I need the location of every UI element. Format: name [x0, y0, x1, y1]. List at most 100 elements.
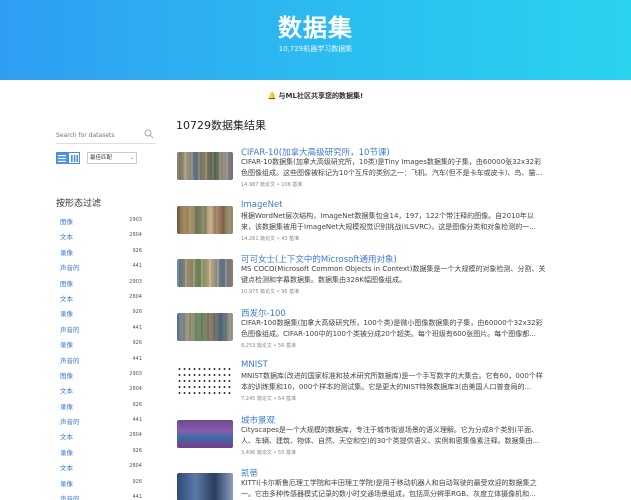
facet-label[interactable]: 文本: [60, 431, 73, 441]
facet-label[interactable]: 文本: [60, 462, 73, 472]
facet-item[interactable]: 图像 2903: [60, 214, 142, 229]
facet-label[interactable]: 录像: [60, 339, 73, 349]
dataset-description: CIFAR-10数据集(加拿大高级研究所，10类)是Tiny Images数据集…: [241, 158, 543, 177]
dataset-item[interactable]: ImageNet 根据WordNet层次结构，ImageNet数据集包含14，1…: [177, 200, 547, 254]
results-title: 10729数据集结果: [176, 119, 266, 132]
facet-count: 926: [132, 340, 142, 347]
facet-item[interactable]: 录像 926: [60, 445, 142, 460]
list-view-button[interactable]: [56, 152, 68, 164]
dataset-thumbnail[interactable]: [177, 419, 233, 448]
facet-count: 926: [132, 309, 142, 316]
facet-label[interactable]: 文本: [60, 293, 73, 303]
dataset-item[interactable]: 城市景观 Cityscapes是一个大规模的数据库，专注于城市街道场景的语义理解…: [177, 414, 547, 468]
dataset-item[interactable]: 凯蒂 KITTI(卡尔斯鲁厄理工学院和丰田理工学院)是用于移动机器人和自动驾驶的…: [177, 467, 547, 500]
sort-select[interactable]: 最佳匹配 ⌄: [87, 152, 137, 164]
facet-label[interactable]: 声音的: [60, 262, 80, 272]
dataset-title[interactable]: ImageNet: [241, 200, 283, 210]
facet-item[interactable]: 录像 926: [60, 399, 142, 414]
facet-count: 441: [132, 417, 142, 424]
facet-count: 2903: [129, 217, 142, 223]
facet-count: 2804: [129, 386, 142, 393]
facet-item[interactable]: 文本 2804: [60, 460, 142, 475]
grid-view-button[interactable]: [68, 152, 80, 164]
page-subtitle: 10,729机器学习数据集: [278, 45, 353, 53]
dataset-meta: 8,253 篇论文 • 56 基准: [241, 342, 296, 349]
facet-label[interactable]: 录像: [60, 308, 73, 318]
dataset-thumbnail[interactable]: [177, 259, 233, 287]
facet-item[interactable]: 录像 926: [60, 245, 142, 260]
dataset-meta: 14,261 篇论文 • 43 基准: [241, 235, 300, 242]
facet-count: 441: [132, 494, 142, 500]
hero-header: 数据集 10,729机器学习数据集: [0, 0, 631, 80]
facet-item[interactable]: 图像 2903: [60, 368, 142, 383]
facet-count: 2903: [129, 370, 142, 377]
facet-item[interactable]: 文本 2804: [60, 229, 142, 244]
facet-count: 441: [132, 324, 142, 331]
dataset-description: MS COCO(Microsoft Common Objects in Cont…: [241, 265, 546, 284]
dataset-description: Cityscapes是一个大规模的数据库，专注于城市街道场景的语义理解。它为分成…: [241, 425, 540, 445]
facet-label[interactable]: 录像: [60, 447, 73, 457]
dataset-title[interactable]: MNIST: [241, 360, 268, 370]
page-title: 数据集: [278, 14, 353, 42]
facet-item[interactable]: 录像 926: [60, 306, 142, 321]
view-toggle: [56, 152, 80, 164]
facet-item[interactable]: 文本 2804: [60, 383, 142, 398]
facet-item[interactable]: 声音的 441: [60, 414, 142, 429]
dataset-description: MNIST数据库(改进的国家标准和技术研究所数据库)是一个手写数字的大集合。它有…: [241, 372, 543, 391]
dataset-description: KITTI(卡尔斯鲁厄理工学院和丰田理工学院)是用于移动机器人和自动驾驶的最受欢…: [241, 479, 537, 498]
dataset-thumbnail[interactable]: [177, 312, 233, 341]
facet-item[interactable]: 声音的 441: [60, 260, 142, 275]
dataset-item[interactable]: 西发尔-100 CIFAR-100数据集(加拿大高级研究所，100个类)是微小图…: [177, 307, 547, 361]
facet-label[interactable]: 录像: [60, 401, 73, 411]
grid-icon: [70, 154, 78, 162]
facet-count: 2804: [129, 232, 142, 239]
dataset-thumbnail[interactable]: [177, 205, 233, 234]
facet-count: 441: [132, 355, 142, 362]
list-icon: [58, 154, 66, 162]
facet-item[interactable]: 图像 2903: [60, 276, 142, 291]
facet-label[interactable]: 文本: [60, 231, 73, 241]
dataset-thumbnail[interactable]: [177, 152, 233, 180]
search-input[interactable]: [56, 128, 142, 142]
facet-item[interactable]: 声音的 441: [60, 353, 142, 368]
dataset-thumbnail[interactable]: [177, 473, 233, 500]
facet-count: 2804: [129, 463, 142, 470]
bell-icon: 🔔: [267, 92, 277, 100]
dataset-item[interactable]: 可可女士(上下文中的Microsoft通用对象) MS COCO(Microso…: [177, 253, 547, 307]
facet-item[interactable]: 文本 2804: [60, 429, 142, 444]
dataset-meta: 3,496 篇论文 • 55 基准: [241, 449, 296, 456]
facet-count: 2804: [129, 432, 142, 439]
search-icon[interactable]: [144, 129, 154, 139]
dataset-thumbnail[interactable]: [177, 366, 233, 394]
facet-label[interactable]: 声音的: [60, 324, 80, 334]
facet-label[interactable]: 图像: [60, 370, 73, 380]
dataset-item[interactable]: MNIST MNIST数据库(改进的国家标准和技术研究所数据库)是一个手写数字的…: [177, 360, 547, 414]
facet-item[interactable]: 声音的 441: [60, 491, 142, 500]
filter-title: 按形态过滤: [56, 199, 102, 209]
chevron-down-icon: ⌄: [129, 155, 134, 161]
dataset-meta: 10,975 篇论文 • 96 基准: [241, 289, 300, 295]
dataset-meta: 14,987 篇论文 • 106 基准: [241, 182, 303, 188]
facet-label[interactable]: 声音的: [60, 355, 80, 365]
facet-count: 2804: [129, 293, 142, 300]
facet-count: 926: [132, 478, 142, 485]
facet-label[interactable]: 声音的: [60, 416, 80, 426]
dataset-meta: 7,245 篇论文 • 64 基准: [241, 396, 296, 402]
facet-label[interactable]: 文本: [60, 385, 73, 395]
facet-label[interactable]: 图像: [60, 278, 73, 288]
sort-select-value: 最佳匹配: [90, 155, 113, 161]
facet-label[interactable]: 录像: [60, 478, 73, 488]
dataset-list: CIFAR-10(加拿大高级研究所，10节课) CIFAR-10数据集(加拿大高…: [177, 146, 547, 500]
facet-label[interactable]: 图像: [60, 216, 73, 226]
facet-count: 926: [132, 401, 142, 408]
share-banner[interactable]: 🔔 与ML社区共享您的数据集!: [0, 91, 631, 101]
facet-item[interactable]: 录像 926: [60, 337, 142, 352]
facet-item[interactable]: 声音的 441: [60, 322, 142, 337]
dataset-item[interactable]: CIFAR-10(加拿大高级研究所，10节课) CIFAR-10数据集(加拿大高…: [177, 146, 547, 200]
facet-label[interactable]: 声音的: [60, 493, 80, 500]
facet-item[interactable]: 录像 926: [60, 476, 142, 491]
facet-item[interactable]: 文本 2804: [60, 291, 142, 306]
facet-count: 2903: [129, 278, 142, 285]
dataset-description: CIFAR-100数据集(加拿大高级研究所，100个类)是微小图像数据集的子集，…: [241, 318, 543, 338]
facet-label[interactable]: 录像: [60, 247, 73, 257]
